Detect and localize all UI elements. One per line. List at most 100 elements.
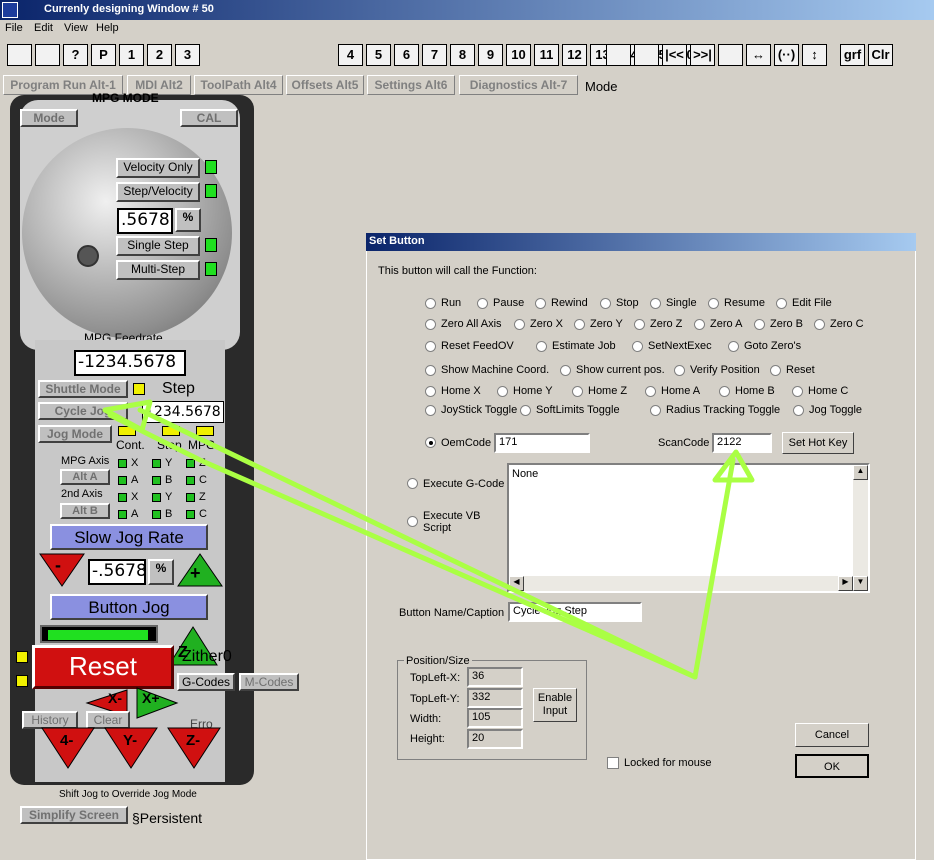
toolbar-b1-button[interactable]: 1 — [119, 44, 144, 66]
ok-button[interactable]: OK — [795, 754, 869, 778]
slow-jog-rate-button[interactable]: Slow Jog Rate — [50, 524, 208, 550]
axis-label[interactable]: X — [131, 457, 138, 469]
function-radio[interactable] — [535, 298, 546, 309]
function-radio[interactable] — [634, 319, 645, 330]
toolbar-fit-width-button[interactable]: ↔ — [746, 44, 771, 66]
shuttle-mode-button[interactable]: Shuttle Mode — [38, 380, 128, 398]
function-radio[interactable] — [425, 319, 436, 330]
toolbar-b10-button[interactable]: 10 — [506, 44, 531, 66]
function-radio[interactable] — [600, 298, 611, 309]
step-velocity-button[interactable]: Step/Velocity — [116, 182, 200, 202]
menu-file[interactable]: File — [5, 22, 23, 34]
jog-rate-percent-button[interactable]: % — [148, 559, 174, 585]
button-jog-button[interactable]: Button Jog — [50, 594, 208, 620]
menu-help[interactable]: Help — [96, 22, 119, 34]
gcodes-button[interactable]: G-Codes — [177, 673, 235, 691]
single-step-button[interactable]: Single Step — [116, 236, 200, 256]
function-radio[interactable] — [572, 386, 583, 397]
mpg-percent-button[interactable]: % — [175, 208, 201, 232]
menu-edit[interactable]: Edit — [34, 22, 53, 34]
function-radio[interactable] — [425, 386, 436, 397]
enable-input-button[interactable]: Enable Input — [533, 688, 577, 722]
jog-rate-minus-icon[interactable] — [38, 552, 86, 588]
mcodes-button[interactable]: M-Codes — [239, 673, 299, 691]
cycle-jog-button[interactable]: Cycle Jog — [38, 402, 128, 420]
toolbar-b12-button[interactable]: 12 — [562, 44, 587, 66]
function-radio[interactable] — [425, 365, 436, 376]
function-radio[interactable] — [650, 298, 661, 309]
cancel-button[interactable]: Cancel — [795, 723, 869, 747]
toolbar-b7-button[interactable]: 7 — [422, 44, 447, 66]
function-radio[interactable] — [694, 319, 705, 330]
axis-label[interactable]: C — [199, 508, 207, 520]
function-radio[interactable] — [425, 341, 436, 352]
mpg-cal-button[interactable]: CAL — [180, 109, 238, 127]
multi-step-button[interactable]: Multi-Step — [116, 260, 200, 280]
toolbar-b4-button[interactable]: 4 — [338, 44, 363, 66]
function-radio[interactable] — [477, 298, 488, 309]
toolbar-save-button[interactable] — [35, 44, 60, 66]
scroll-right-icon[interactable]: ▶ — [838, 576, 853, 591]
function-radio[interactable] — [574, 319, 585, 330]
axis-label[interactable]: Z — [199, 491, 206, 503]
axis-label[interactable]: Y — [165, 457, 172, 469]
axis-label[interactable]: Y — [165, 491, 172, 503]
app-icon[interactable] — [2, 2, 18, 18]
jog-mode-button[interactable]: Jog Mode — [38, 425, 112, 443]
code-vscrollbar[interactable]: ▲ ▼ — [853, 465, 868, 591]
toolbar-b6-button[interactable]: 6 — [394, 44, 419, 66]
function-radio[interactable] — [632, 341, 643, 352]
function-radio[interactable] — [520, 405, 531, 416]
tab-toolpath[interactable]: ToolPath Alt4 — [194, 75, 283, 95]
function-radio[interactable] — [814, 319, 825, 330]
toolbar-new-button[interactable] — [7, 44, 32, 66]
toolbar-help-button[interactable]: ? — [63, 44, 88, 66]
velocity-only-button[interactable]: Velocity Only — [116, 158, 200, 178]
function-radio[interactable] — [770, 365, 781, 376]
function-radio[interactable] — [536, 341, 547, 352]
function-radio[interactable] — [719, 386, 730, 397]
function-radio[interactable] — [728, 341, 739, 352]
scroll-down-icon[interactable]: ▼ — [853, 576, 868, 591]
function-radio[interactable] — [754, 319, 765, 330]
toolbar-b3-button[interactable]: 3 — [175, 44, 200, 66]
axis-label[interactable]: B — [165, 474, 172, 486]
axis-label[interactable]: A — [131, 508, 138, 520]
toolbar-stretch-button[interactable]: ↕ — [802, 44, 827, 66]
simplify-screen-button[interactable]: Simplify Screen — [20, 806, 128, 824]
oemcode-radio[interactable] — [425, 437, 436, 448]
toolbar-top-button[interactable] — [606, 44, 631, 66]
locked-mouse-checkbox[interactable] — [607, 757, 619, 769]
scroll-up-icon[interactable]: ▲ — [853, 465, 868, 480]
axis-label[interactable]: A — [131, 474, 138, 486]
exec-gcode-radio[interactable] — [407, 478, 418, 489]
function-radio[interactable] — [674, 365, 685, 376]
axis-label[interactable]: C — [199, 474, 207, 486]
toolbar-clr-button[interactable]: Clr — [868, 44, 893, 66]
set-hot-key-button[interactable]: Set Hot Key — [782, 432, 854, 454]
code-textarea[interactable]: None ▲ ▼ ◀ ▶ — [507, 463, 870, 593]
function-radio[interactable] — [792, 386, 803, 397]
toolbar-bottom-button[interactable] — [634, 44, 659, 66]
oemcode-input[interactable]: 171 — [494, 433, 590, 453]
function-radio[interactable] — [514, 319, 525, 330]
alt-b-button[interactable]: Alt B — [60, 503, 110, 519]
code-hscrollbar[interactable]: ◀ ▶ — [509, 576, 853, 591]
topleft-y-input[interactable]: 332 — [467, 688, 523, 708]
menu-view[interactable]: View — [64, 22, 88, 34]
function-radio[interactable] — [497, 386, 508, 397]
height-input[interactable]: 20 — [467, 729, 523, 749]
tab-offsets[interactable]: Offsets Alt5 — [286, 75, 364, 95]
topleft-x-input[interactable]: 36 — [467, 667, 523, 687]
toolbar-b8-button[interactable]: 8 — [450, 44, 475, 66]
toolbar-b11-button[interactable]: 11 — [534, 44, 559, 66]
toolbar-program-button[interactable]: P — [91, 44, 116, 66]
function-radio[interactable] — [645, 386, 656, 397]
mpg-mode-button[interactable]: Mode — [20, 109, 78, 127]
scroll-left-icon[interactable]: ◀ — [509, 576, 524, 591]
function-radio[interactable] — [425, 298, 436, 309]
scancode-input[interactable]: 2122 — [712, 433, 772, 453]
toolbar-center-button[interactable]: (··) — [774, 44, 799, 66]
toolbar-b5-button[interactable]: 5 — [366, 44, 391, 66]
function-radio[interactable] — [793, 405, 804, 416]
